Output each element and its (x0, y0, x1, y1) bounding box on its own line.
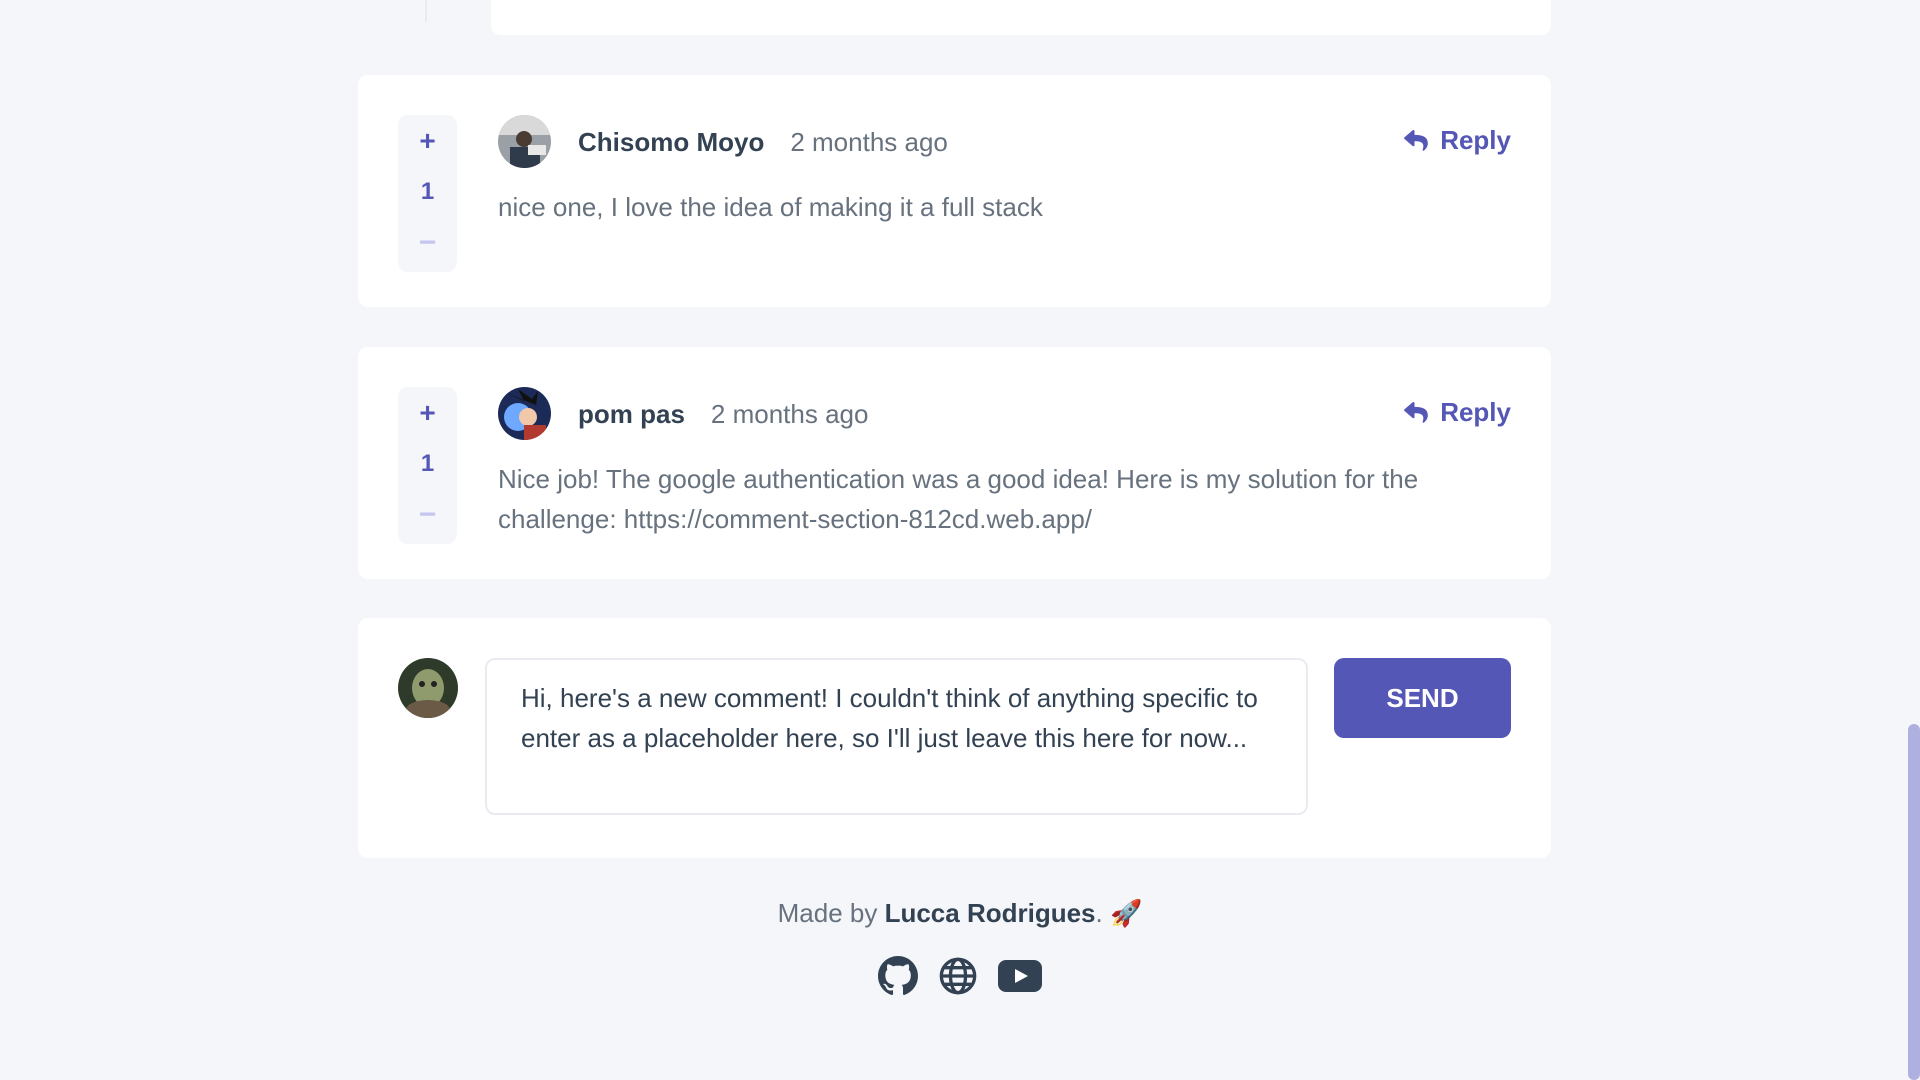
comment-meta: pom pas 2 months ago (578, 399, 868, 430)
downvote-button[interactable]: − (419, 228, 437, 258)
vote-control: + 1 − (398, 115, 457, 272)
upvote-button[interactable]: + (419, 127, 435, 155)
previous-comment-card (491, 0, 1551, 35)
avatar (498, 387, 551, 440)
current-user-avatar (398, 658, 458, 718)
username[interactable]: Chisomo Moyo (578, 127, 764, 158)
reply-label: Reply (1440, 125, 1511, 155)
reply-button[interactable]: Reply (1404, 397, 1511, 428)
username[interactable]: pom pas (578, 399, 685, 430)
comment-card: + 1 − pom pas 2 months ago Reply Nice jo… (358, 347, 1551, 579)
footer-credit: Made by Lucca Rodrigues. 🚀 (0, 898, 1920, 929)
comment-card: + 1 − Chisomo Moyo 2 months ago Reply ni… (358, 75, 1551, 307)
youtube-icon[interactable] (997, 955, 1043, 997)
upvote-button[interactable]: + (419, 399, 435, 427)
comment-meta: Chisomo Moyo 2 months ago (578, 127, 948, 158)
new-comment-card: Hi, here's a new comment! I couldn't thi… (358, 618, 1551, 858)
comment-text: Nice job! The google authentication was … (498, 464, 1419, 534)
rocket-icon: 🚀 (1109, 898, 1143, 928)
comment-text: nice one, I love the idea of making it a… (498, 192, 1043, 222)
github-icon[interactable] (877, 955, 919, 997)
timestamp: 2 months ago (710, 399, 869, 429)
footer-prefix: Made by (777, 898, 885, 928)
vote-control: + 1 − (398, 387, 457, 544)
comment-textarea[interactable]: Hi, here's a new comment! I couldn't thi… (485, 658, 1308, 815)
vote-score: 1 (420, 177, 435, 205)
reply-icon (1404, 129, 1429, 151)
timestamp: 2 months ago (790, 127, 948, 157)
avatar-image (498, 115, 551, 168)
avatar-image (498, 387, 551, 440)
send-button[interactable]: SEND (1334, 658, 1511, 738)
social-links (0, 955, 1920, 997)
author-name[interactable]: Lucca Rodrigues (885, 898, 1096, 928)
avatar (498, 115, 551, 168)
reply-icon (1404, 401, 1429, 423)
scrollbar-thumb[interactable] (1908, 724, 1920, 1080)
vote-score: 1 (420, 449, 435, 477)
reply-label: Reply (1440, 397, 1511, 427)
globe-icon[interactable] (937, 955, 979, 997)
avatar-image (398, 658, 458, 718)
reply-thread-line (425, 0, 427, 22)
reply-button[interactable]: Reply (1404, 125, 1511, 156)
downvote-button[interactable]: − (419, 500, 437, 530)
footer-suffix: . (1095, 898, 1103, 928)
